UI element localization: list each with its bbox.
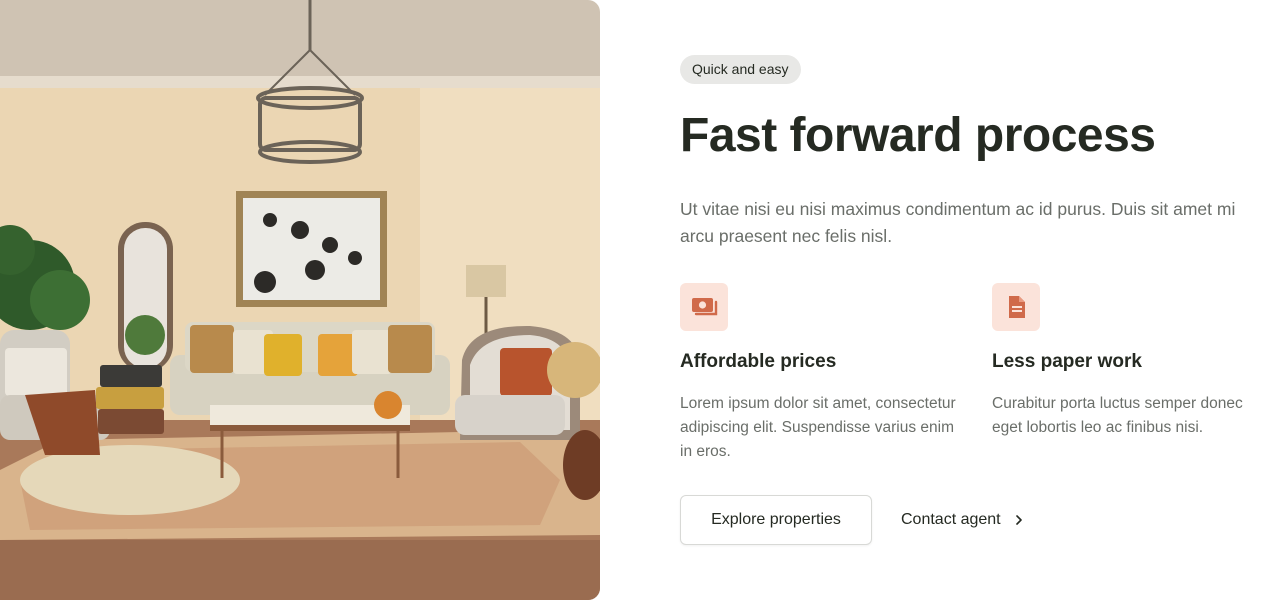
feature-title: Less paper work	[992, 351, 1142, 372]
feature-description: Curabitur porta luctus semper donec eget…	[992, 395, 1243, 436]
actions-row: Explore properties Contact agent	[680, 495, 1023, 545]
lead-paragraph: Ut vitae nisi eu nisi maximus condimentu…	[680, 199, 1236, 246]
contact-agent-link[interactable]: Contact agent	[901, 511, 1023, 529]
feature-less-paper-work: Less paper work Curabitur porta luctus s…	[992, 283, 1272, 440]
living-room-illustration	[0, 0, 600, 600]
feature-description: Lorem ipsum dolor sit amet, consectetur …	[680, 395, 956, 460]
chevron-right-icon	[1015, 515, 1023, 525]
page-title: Fast forward process	[680, 109, 1156, 162]
feature-title: Affordable prices	[680, 351, 837, 372]
document-icon	[992, 283, 1040, 331]
explore-properties-button[interactable]: Explore properties	[680, 495, 872, 545]
content-panel: Quick and easy Fast forward process Ut v…	[680, 55, 1260, 545]
money-icon	[680, 283, 728, 331]
contact-agent-label: Contact agent	[901, 511, 1001, 528]
tag-badge: Quick and easy	[680, 55, 801, 84]
features-grid: Affordable prices Lorem ipsum dolor sit …	[680, 283, 1260, 473]
feature-affordable-prices: Affordable prices Lorem ipsum dolor sit …	[680, 283, 960, 464]
hero-image	[0, 0, 600, 600]
